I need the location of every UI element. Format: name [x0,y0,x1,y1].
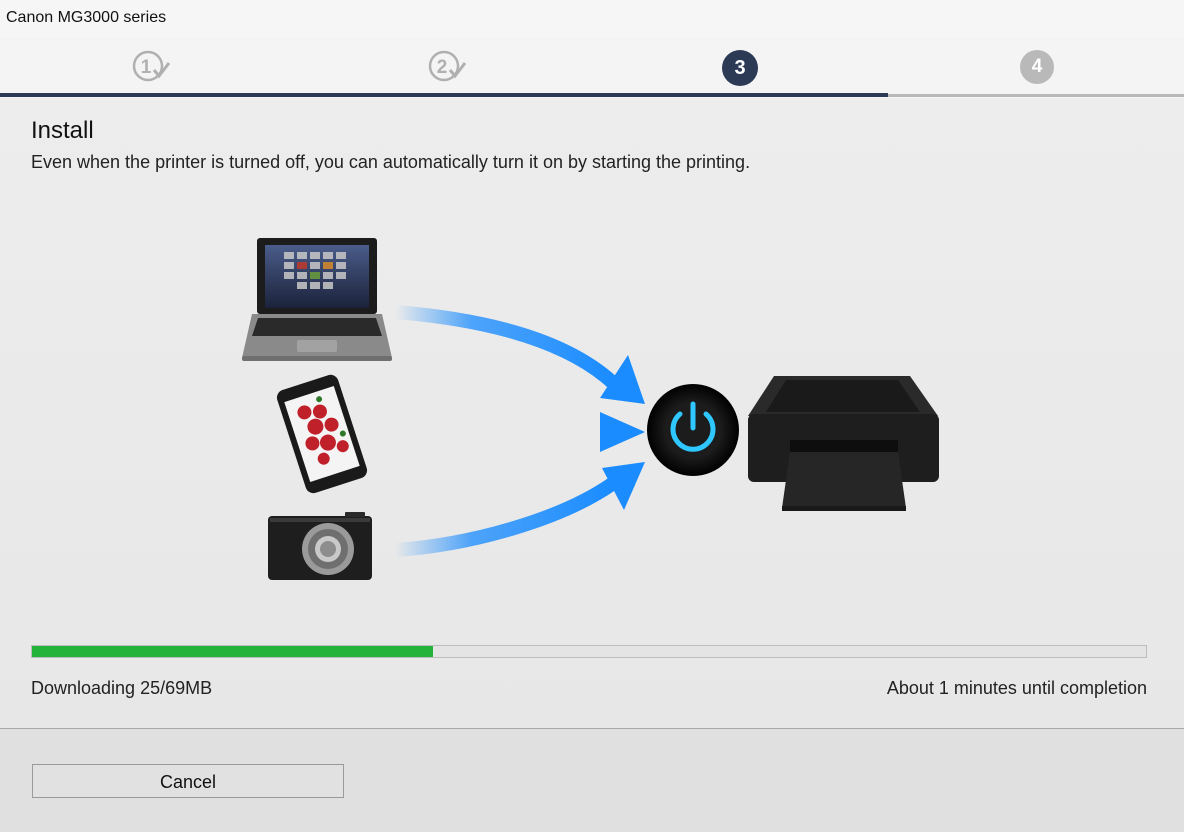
power-icon [647,384,739,476]
step-2-done: 2 [428,50,468,82]
cancel-button[interactable]: Cancel [32,764,344,798]
time-remaining: About 1 minutes until completion [886,678,1147,698]
arrow-from-camera-icon [394,462,645,557]
step-indicator: 1 2 3 4 [0,38,1184,98]
download-progress-fill [32,646,434,657]
download-progress-bar [31,645,1147,658]
title-bar: Canon MG3000 series [0,0,1184,38]
step-1-done: 1 [132,50,172,82]
page-title: Install [31,117,94,144]
step-3-active: 3 [722,50,758,86]
camera-icon [268,512,372,580]
arrow-from-phone-icon [370,412,645,452]
step-progress-remaining [888,94,1184,97]
laptop-icon [242,238,392,361]
step-1-number: 1 [141,57,152,78]
auto-power-on-illustration [242,238,939,580]
printer-icon [748,376,939,511]
page-description: Even when the printer is turned off, you… [31,152,751,172]
window-title: Canon MG3000 series [6,9,167,26]
step-2-number: 2 [437,57,448,78]
smartphone-icon [276,374,368,494]
arrow-from-laptop-icon [394,305,645,404]
download-status: Downloading 25/69MB [31,678,213,698]
step-4-pending: 4 [1020,50,1054,84]
step-progress-completed [0,93,888,97]
